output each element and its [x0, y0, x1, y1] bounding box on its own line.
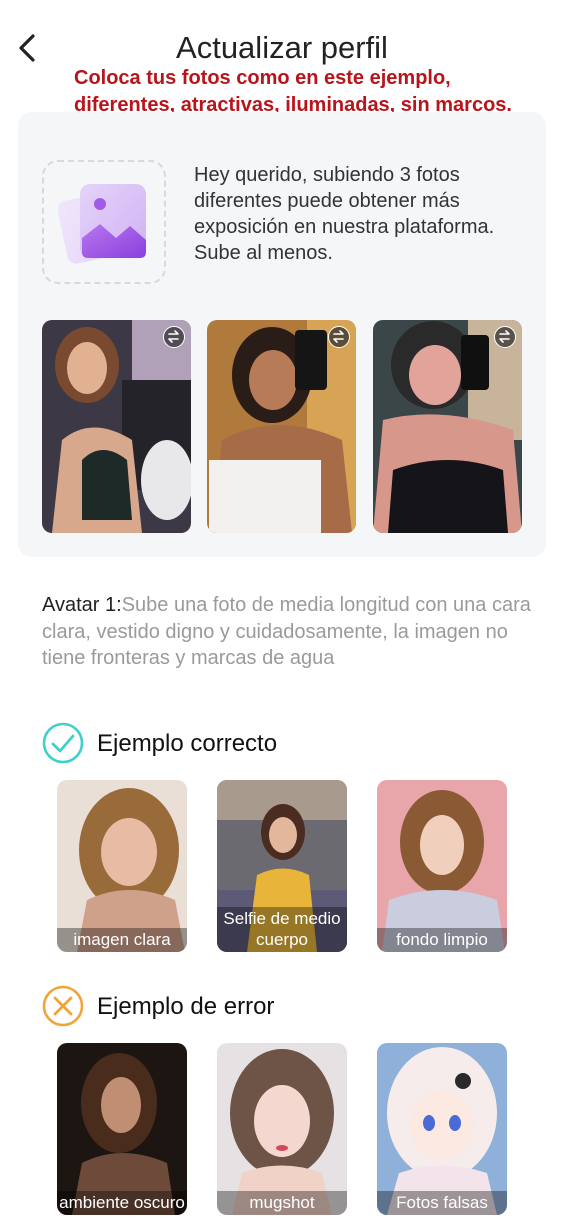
- error-example-3: Fotos falsas: [377, 1043, 507, 1215]
- correct-example-3: fondo limpio: [377, 780, 507, 952]
- correct-example-3-image: [377, 780, 507, 952]
- error-example-2: mugshot: [217, 1043, 347, 1215]
- sample-photo-1-image: [42, 320, 191, 533]
- swap-icon[interactable]: [328, 326, 350, 348]
- avatar-label: Avatar 1:: [42, 594, 122, 616]
- image-gallery-icon: [58, 184, 146, 264]
- check-circle-icon: [42, 722, 84, 764]
- sample-photo-2-image: [207, 320, 356, 533]
- correct-caption-2: Selfie de medio cuerpo: [217, 907, 347, 952]
- x-circle-icon: [42, 985, 84, 1027]
- promo-note: Coloca tus fotos como en este ejemplo, d…: [74, 67, 512, 116]
- sample-photo-3[interactable]: [373, 320, 522, 533]
- error-caption-1: ambiente oscuro: [57, 1191, 187, 1215]
- swap-icon[interactable]: [163, 326, 185, 348]
- correct-example-1-image: [57, 780, 187, 952]
- upload-card: Hey querido, subiendo 3 fotos diferentes…: [18, 112, 546, 557]
- correct-caption-3: fondo limpio: [377, 928, 507, 952]
- sample-photo-2[interactable]: [207, 320, 356, 533]
- correct-example-1: imagen clara: [57, 780, 187, 952]
- correct-example-2: Selfie de medio cuerpo: [217, 780, 347, 952]
- sample-photo-3-image: [373, 320, 522, 533]
- swap-icon[interactable]: [494, 326, 516, 348]
- page-title: Actualizar perfil: [176, 30, 388, 65]
- error-example-1: ambiente oscuro: [57, 1043, 187, 1215]
- error-example-3-image: [377, 1043, 507, 1215]
- error-example-2-image: [217, 1043, 347, 1215]
- upload-hint: Hey querido, subiendo 3 fotos diferentes…: [194, 164, 495, 264]
- error-example-title: Ejemplo de error: [97, 993, 275, 1020]
- error-example-1-image: [57, 1043, 187, 1215]
- error-caption-2: mugshot: [217, 1191, 347, 1215]
- correct-caption-1: imagen clara: [57, 928, 187, 952]
- sample-photo-1[interactable]: [42, 320, 191, 533]
- error-caption-3: Fotos falsas: [377, 1191, 507, 1215]
- avatar-instructions: Avatar 1:Sube una foto de media longitud…: [42, 592, 532, 672]
- correct-example-title: Ejemplo correcto: [97, 730, 278, 757]
- photo-upload-slot[interactable]: [42, 160, 166, 284]
